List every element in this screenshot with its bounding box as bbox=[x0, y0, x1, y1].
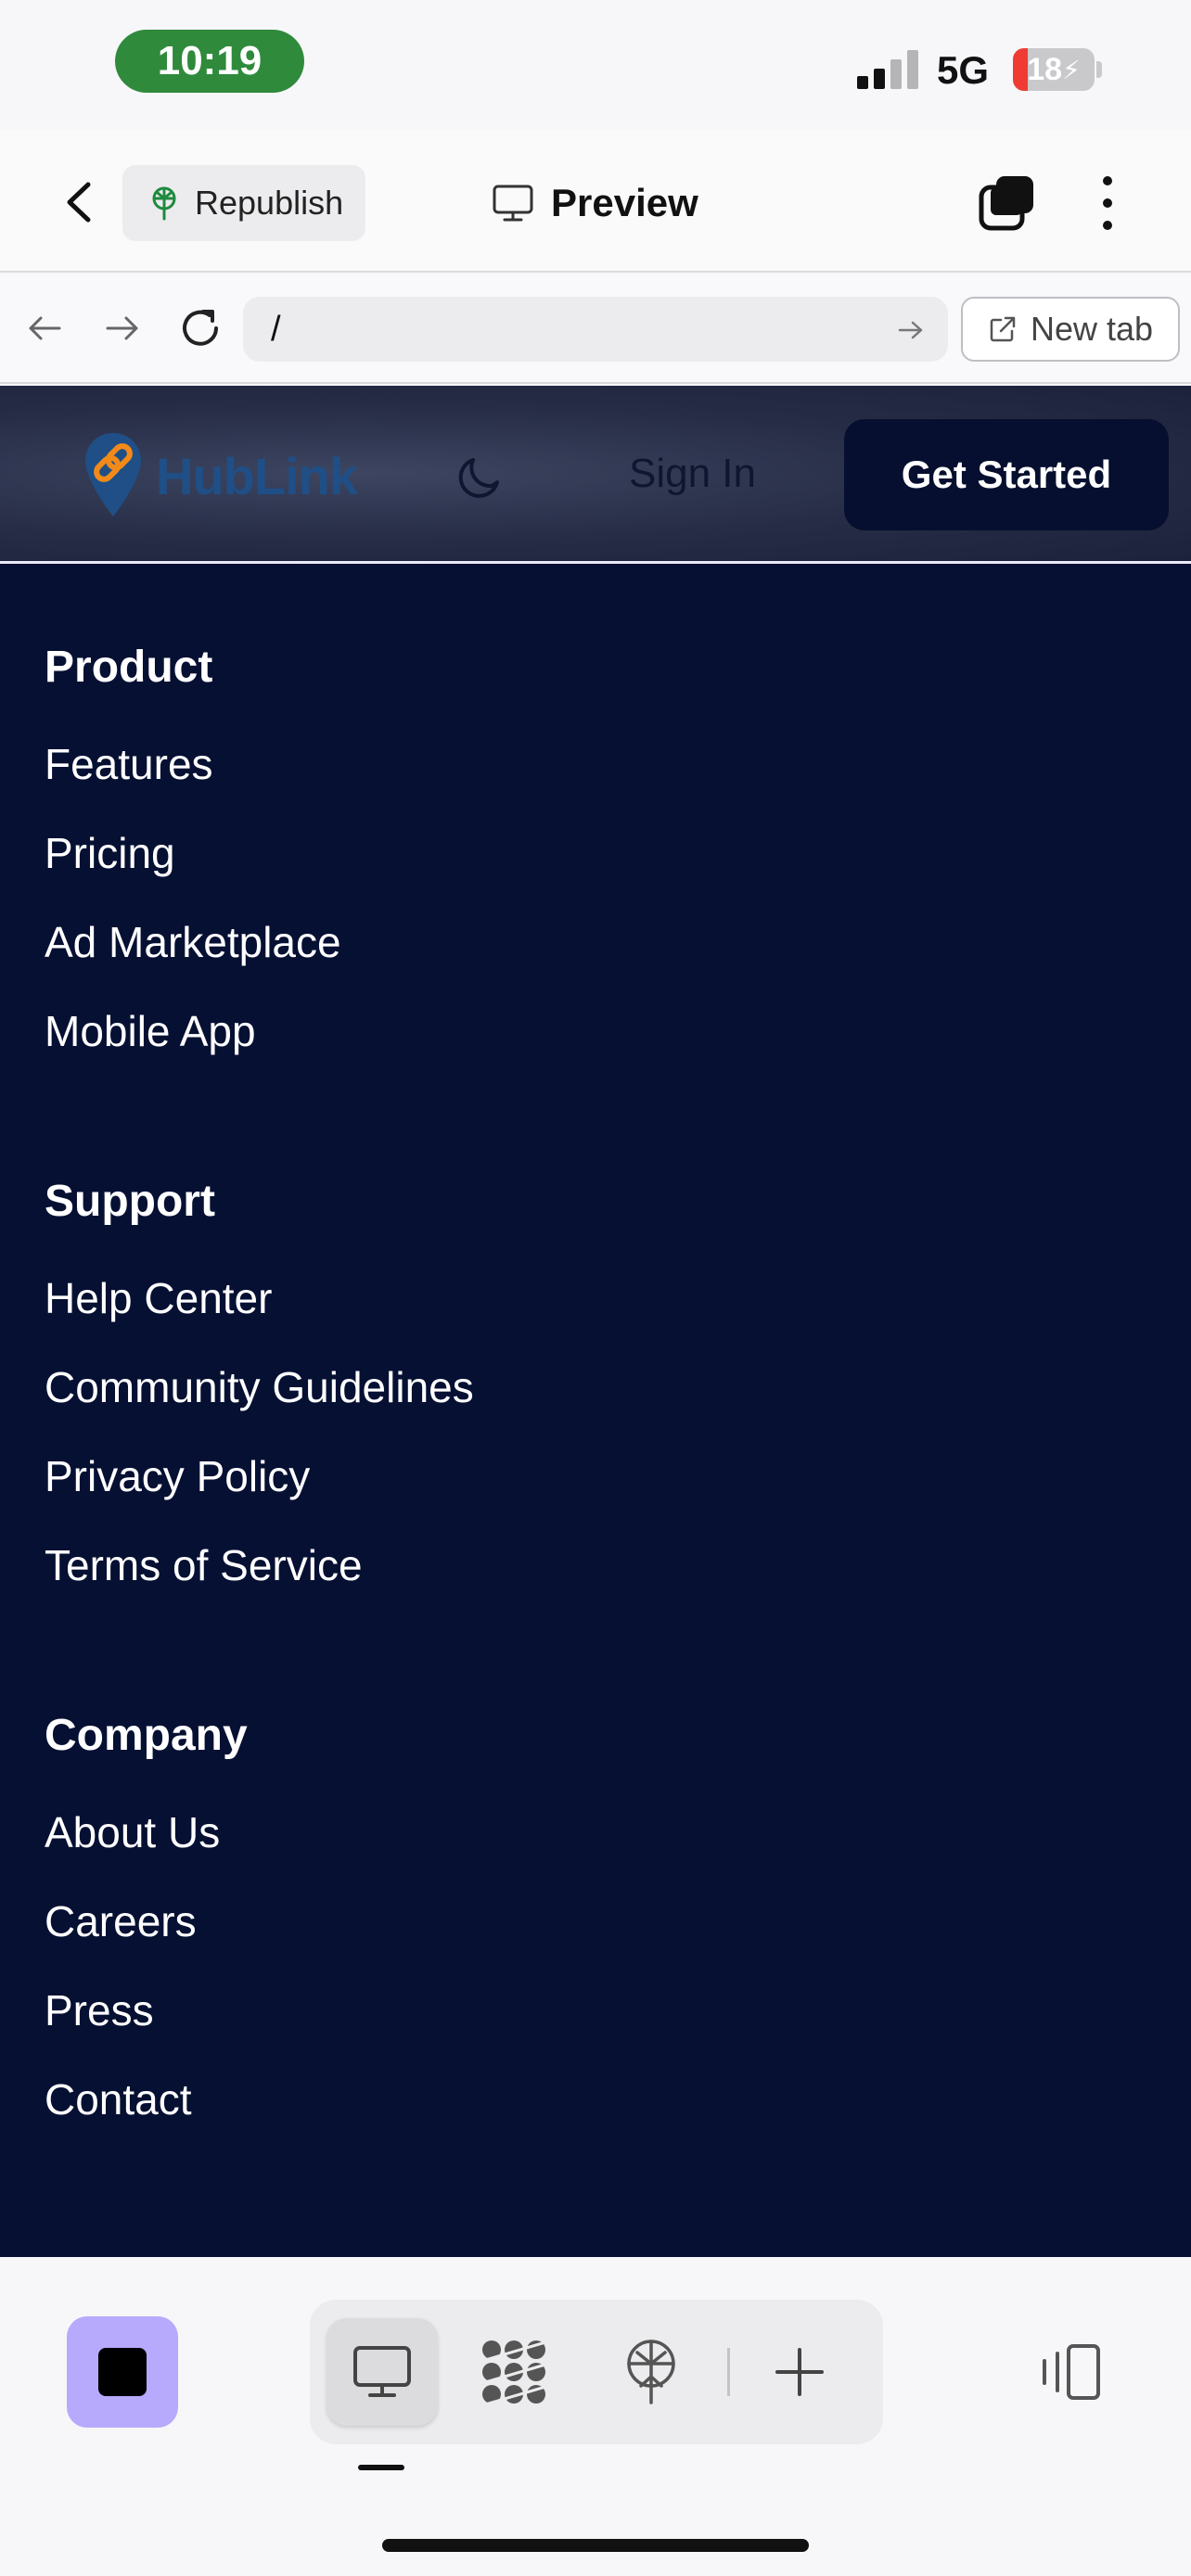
apps-icon bbox=[481, 2340, 546, 2405]
footer-link-privacy-policy[interactable]: Privacy Policy bbox=[45, 1453, 474, 1542]
footer-section-product: Product Features Pricing Ad Marketplace … bbox=[45, 642, 341, 1097]
arrow-right-icon bbox=[106, 316, 138, 340]
url-go-button[interactable] bbox=[892, 312, 929, 349]
footer-link-pricing[interactable]: Pricing bbox=[45, 830, 341, 919]
status-time: 10:19 bbox=[115, 30, 304, 93]
network-type: 5G bbox=[937, 48, 990, 92]
preview-label: Preview bbox=[551, 181, 698, 224]
tabs-button[interactable] bbox=[978, 172, 1037, 232]
monitor-icon bbox=[493, 185, 533, 222]
footer-link-mobile-app[interactable]: Mobile App bbox=[45, 1008, 341, 1097]
footer-link-terms-of-service[interactable]: Terms of Service bbox=[45, 1542, 474, 1631]
status-bar: 10:19 5G 18 ⚡ bbox=[0, 0, 1191, 130]
reload-button[interactable] bbox=[174, 302, 226, 354]
footer-link-contact[interactable]: Contact bbox=[45, 2076, 248, 2165]
footer-section-title: Company bbox=[45, 1711, 248, 1760]
footer-link-ad-marketplace[interactable]: Ad Marketplace bbox=[45, 919, 341, 1008]
sign-in-link[interactable]: Sign In bbox=[629, 451, 756, 497]
desktop-icon bbox=[353, 2346, 411, 2397]
hublink-logo[interactable]: HubLink bbox=[80, 425, 358, 527]
device-toggle-icon bbox=[1043, 2344, 1100, 2400]
stop-icon bbox=[98, 2348, 147, 2396]
battery-tip bbox=[1096, 61, 1102, 78]
deploy-icon bbox=[152, 186, 176, 221]
editor-toolbar: Republish Preview bbox=[0, 130, 1191, 273]
footer-link-features[interactable]: Features bbox=[45, 741, 341, 830]
preview-title: Preview bbox=[492, 174, 698, 232]
footer-link-about-us[interactable]: About Us bbox=[45, 1809, 248, 1898]
footer-link-careers[interactable]: Careers bbox=[45, 1898, 248, 1987]
more-options-icon[interactable] bbox=[1091, 171, 1124, 236]
footer-link-help-center[interactable]: Help Center bbox=[45, 1275, 474, 1364]
plus-icon bbox=[775, 2348, 824, 2396]
battery-level: 18 bbox=[1027, 51, 1063, 87]
active-indicator bbox=[358, 2465, 404, 2470]
footer-section-support: Support Help Center Community Guidelines… bbox=[45, 1176, 474, 1631]
logo-text: HubLink bbox=[156, 446, 358, 505]
desktop-view-button[interactable] bbox=[327, 2318, 438, 2426]
switcher-divider bbox=[727, 2348, 730, 2396]
nav-back-button[interactable] bbox=[19, 302, 70, 354]
new-tab-button[interactable]: New tab bbox=[961, 297, 1180, 362]
footer-link-community-guidelines[interactable]: Community Guidelines bbox=[45, 1364, 474, 1453]
battery-icon: 18 ⚡ bbox=[1013, 48, 1095, 91]
deploy-button[interactable] bbox=[596, 2318, 707, 2426]
republish-label: Republish bbox=[195, 184, 344, 222]
nav-forward-button[interactable] bbox=[96, 302, 148, 354]
url-input[interactable]: / bbox=[243, 297, 948, 362]
deploy-icon bbox=[627, 2340, 675, 2404]
cellular-signal-icon bbox=[857, 48, 920, 89]
tabs-icon bbox=[979, 176, 1033, 231]
site-header: HubLink Sign In Get Started bbox=[0, 386, 1191, 564]
url-text: / bbox=[271, 309, 281, 349]
republish-button[interactable]: Republish bbox=[122, 165, 365, 241]
view-switcher bbox=[310, 2300, 883, 2444]
moon-icon[interactable] bbox=[455, 451, 506, 503]
arrow-right-icon bbox=[898, 321, 923, 339]
footer-section-company: Company About Us Careers Press Contact bbox=[45, 1710, 248, 2165]
footer-link-press[interactable]: Press bbox=[45, 1987, 248, 2076]
site-footer: Product Features Pricing Ad Marketplace … bbox=[0, 564, 1191, 2257]
chevron-left-icon bbox=[67, 182, 91, 223]
footer-section-title: Support bbox=[45, 1177, 215, 1226]
location-pin-icon bbox=[85, 433, 141, 516]
get-started-button[interactable]: Get Started bbox=[844, 419, 1169, 530]
device-frame-button[interactable] bbox=[1030, 2337, 1106, 2407]
bottom-bar bbox=[0, 2257, 1191, 2576]
arrow-left-icon bbox=[29, 316, 61, 340]
url-bar: / New tab bbox=[0, 274, 1191, 384]
add-button[interactable] bbox=[744, 2318, 855, 2426]
external-link-icon bbox=[990, 316, 1016, 342]
home-indicator[interactable] bbox=[382, 2539, 809, 2552]
back-button[interactable] bbox=[50, 174, 106, 230]
apps-button[interactable] bbox=[458, 2318, 570, 2426]
footer-section-title: Product bbox=[45, 643, 213, 692]
new-tab-label: New tab bbox=[1030, 310, 1154, 348]
stop-button[interactable] bbox=[67, 2316, 178, 2428]
reload-icon bbox=[183, 310, 218, 346]
